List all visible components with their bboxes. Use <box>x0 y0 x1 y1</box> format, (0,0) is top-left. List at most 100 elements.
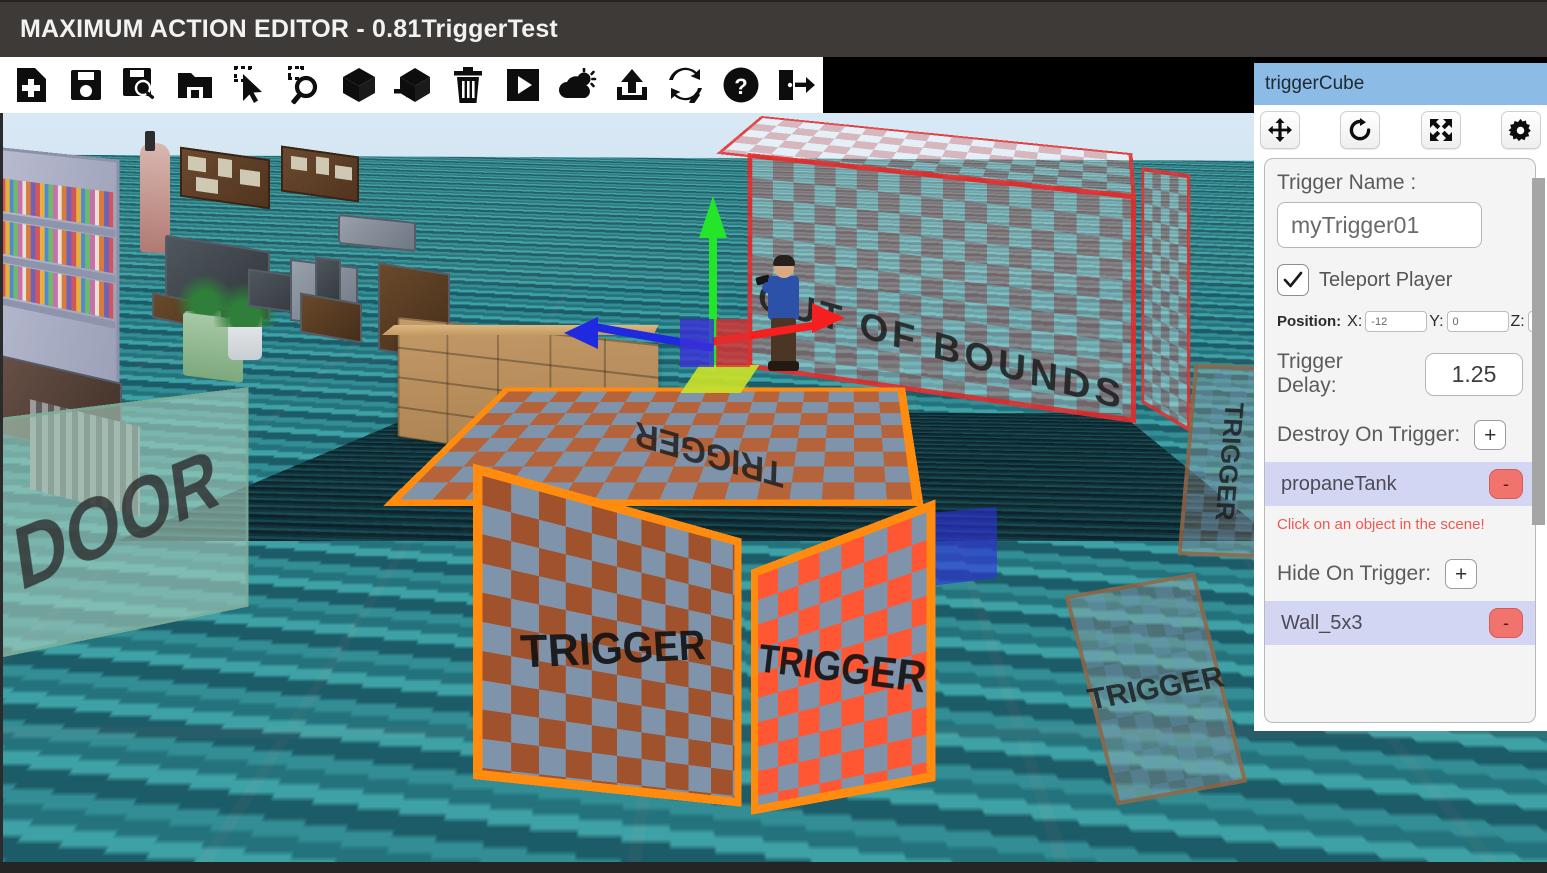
new-file-button[interactable] <box>4 59 59 111</box>
destroy-on-trigger-label: Destroy On Trigger: <box>1277 423 1460 447</box>
destroy-list-item[interactable]: propaneTank - <box>1265 462 1536 506</box>
scene-click-hint: Click on an object in the scene! <box>1277 516 1523 533</box>
destroy-item-name: propaneTank <box>1281 473 1397 496</box>
save-as-button[interactable] <box>113 59 168 111</box>
hide-on-trigger-row: Hide On Trigger: + <box>1277 559 1523 589</box>
play-icon <box>505 67 541 103</box>
move-arrows-icon <box>1268 118 1292 142</box>
transform-tool-row <box>1254 105 1547 155</box>
save-button[interactable] <box>59 59 114 111</box>
position-row: Position: X: Y: Z: <box>1277 311 1523 332</box>
bottom-status-bar <box>0 862 1547 873</box>
add-hide-plus-label: + <box>1455 564 1467 585</box>
position-z-label: Z: <box>1511 313 1525 331</box>
remove-hide-item-button[interactable]: - <box>1489 608 1523 638</box>
door-cube-label: DOOR <box>8 430 223 611</box>
add-hide-object-button[interactable]: + <box>1445 559 1477 589</box>
gizmo-y-handle[interactable] <box>699 196 727 238</box>
scale-tool-button[interactable] <box>1421 111 1461 149</box>
move-tool-button[interactable] <box>1260 111 1300 149</box>
statue-torch <box>145 131 155 151</box>
question-mark-icon: ? <box>722 66 760 104</box>
gizmo-x-handle[interactable] <box>812 303 845 333</box>
selected-trigger-cube[interactable]: TRIGGER TRIGGER TRIGGER <box>446 338 924 788</box>
transform-gizmo[interactable] <box>694 371 695 372</box>
magnifier-select-icon <box>286 65 322 105</box>
position-x-input[interactable] <box>1365 311 1427 332</box>
delete-button[interactable] <box>441 59 496 111</box>
object-inspector-panel: triggerCube Trigger Name: myTrigger01 T… <box>1254 63 1547 731</box>
open-button[interactable] <box>168 59 223 111</box>
teleport-player-label: Teleport Player <box>1319 269 1452 292</box>
inspector-body: Trigger Name : Teleport Player Position:… <box>1264 158 1536 723</box>
add-object-button[interactable] <box>332 59 387 111</box>
window-title: MAXIMUM ACTION EDITOR - 0.81TriggerTest <box>0 15 558 44</box>
inspector-object-name: triggerCube <box>1265 73 1364 95</box>
exit-button[interactable] <box>768 59 823 111</box>
expand-arrows-icon <box>1429 118 1453 142</box>
rotate-tool-button[interactable] <box>1340 111 1380 149</box>
position-y-input[interactable] <box>1447 311 1509 332</box>
hide-list-item[interactable]: Wall_5x3 - <box>1265 601 1536 645</box>
viewport-left-edge <box>0 113 3 862</box>
oob-side-face <box>1141 167 1190 432</box>
trigger-cube-left-face: TRIGGER <box>483 476 735 798</box>
trigger-name-input[interactable] <box>1277 202 1482 248</box>
place-object-button[interactable] <box>386 59 441 111</box>
trigger-cube-right-label: TRIGGER <box>756 636 929 703</box>
floppy-search-icon <box>122 67 158 103</box>
folder-open-icon <box>177 69 213 101</box>
floppy-save-icon <box>69 68 103 102</box>
trigger-plane-upper-label: TRIGGER <box>1208 401 1249 520</box>
play-button[interactable] <box>495 59 550 111</box>
position-label: Position: <box>1277 313 1341 330</box>
editor-window: MAXIMUM ACTION EDITOR - 0.81TriggerTest <box>0 0 1547 873</box>
position-x-label: X: <box>1347 313 1362 331</box>
destroy-on-trigger-row: Destroy On Trigger: + <box>1277 420 1523 450</box>
remove-hide-minus-label: - <box>1503 614 1509 632</box>
trigger-plane-lower-label: TRIGGER <box>1084 661 1227 718</box>
add-destroy-object-button[interactable]: + <box>1474 420 1506 450</box>
trigger-delay-row: Trigger Delay: <box>1277 350 1523 398</box>
cube-icon <box>340 66 378 104</box>
remove-destroy-minus-label: - <box>1503 475 1509 493</box>
hide-item-name: Wall_5x3 <box>1281 612 1363 635</box>
position-y-label: Y: <box>1429 313 1443 331</box>
inspector-header: triggerCube <box>1254 63 1547 105</box>
help-button[interactable]: ? <box>714 59 769 111</box>
upload-button[interactable] <box>605 59 660 111</box>
gizmo-xy-plane-handle[interactable] <box>716 319 750 367</box>
teleport-player-checkbox[interactable] <box>1277 264 1309 296</box>
hide-on-trigger-label: Hide On Trigger: <box>1277 562 1431 586</box>
player-hair <box>773 255 795 266</box>
cursor-select-icon <box>232 65 268 105</box>
remove-destroy-item-button[interactable]: - <box>1489 469 1523 499</box>
select-tool-button[interactable] <box>222 59 277 111</box>
inspector-scrollbar[interactable] <box>1532 178 1545 638</box>
add-destroy-plus-label: + <box>1484 425 1496 446</box>
checkmark-icon <box>1282 269 1304 291</box>
upload-icon <box>614 67 650 103</box>
teleport-player-row: Teleport Player <box>1277 264 1523 296</box>
player-torso <box>768 276 799 320</box>
gizmo-z-handle[interactable] <box>564 317 598 349</box>
svg-text:?: ? <box>734 74 747 99</box>
trigger-delay-label: Trigger Delay: <box>1277 350 1407 398</box>
trigger-delay-input[interactable] <box>1425 353 1523 396</box>
gizmo-yz-plane-handle[interactable] <box>680 319 714 367</box>
cloud-sun-icon <box>557 68 597 102</box>
bookshelf-prop[interactable] <box>0 147 119 389</box>
inspector-scrollbar-thumb[interactable] <box>1532 178 1545 525</box>
new-file-icon <box>14 67 48 103</box>
weather-button[interactable] <box>550 59 605 111</box>
trigger-cube-left-label: TRIGGER <box>519 622 707 679</box>
refresh-button[interactable] <box>659 59 714 111</box>
trash-icon <box>453 66 483 104</box>
main-toolbar: ? <box>0 57 823 113</box>
settings-button[interactable] <box>1501 111 1541 149</box>
refresh-edit-icon <box>667 67 705 103</box>
gear-icon <box>1508 118 1533 143</box>
blue-volume-prop[interactable] <box>928 507 997 586</box>
zoom-tool-button[interactable] <box>277 59 332 111</box>
cube-arrow-icon <box>393 66 433 104</box>
